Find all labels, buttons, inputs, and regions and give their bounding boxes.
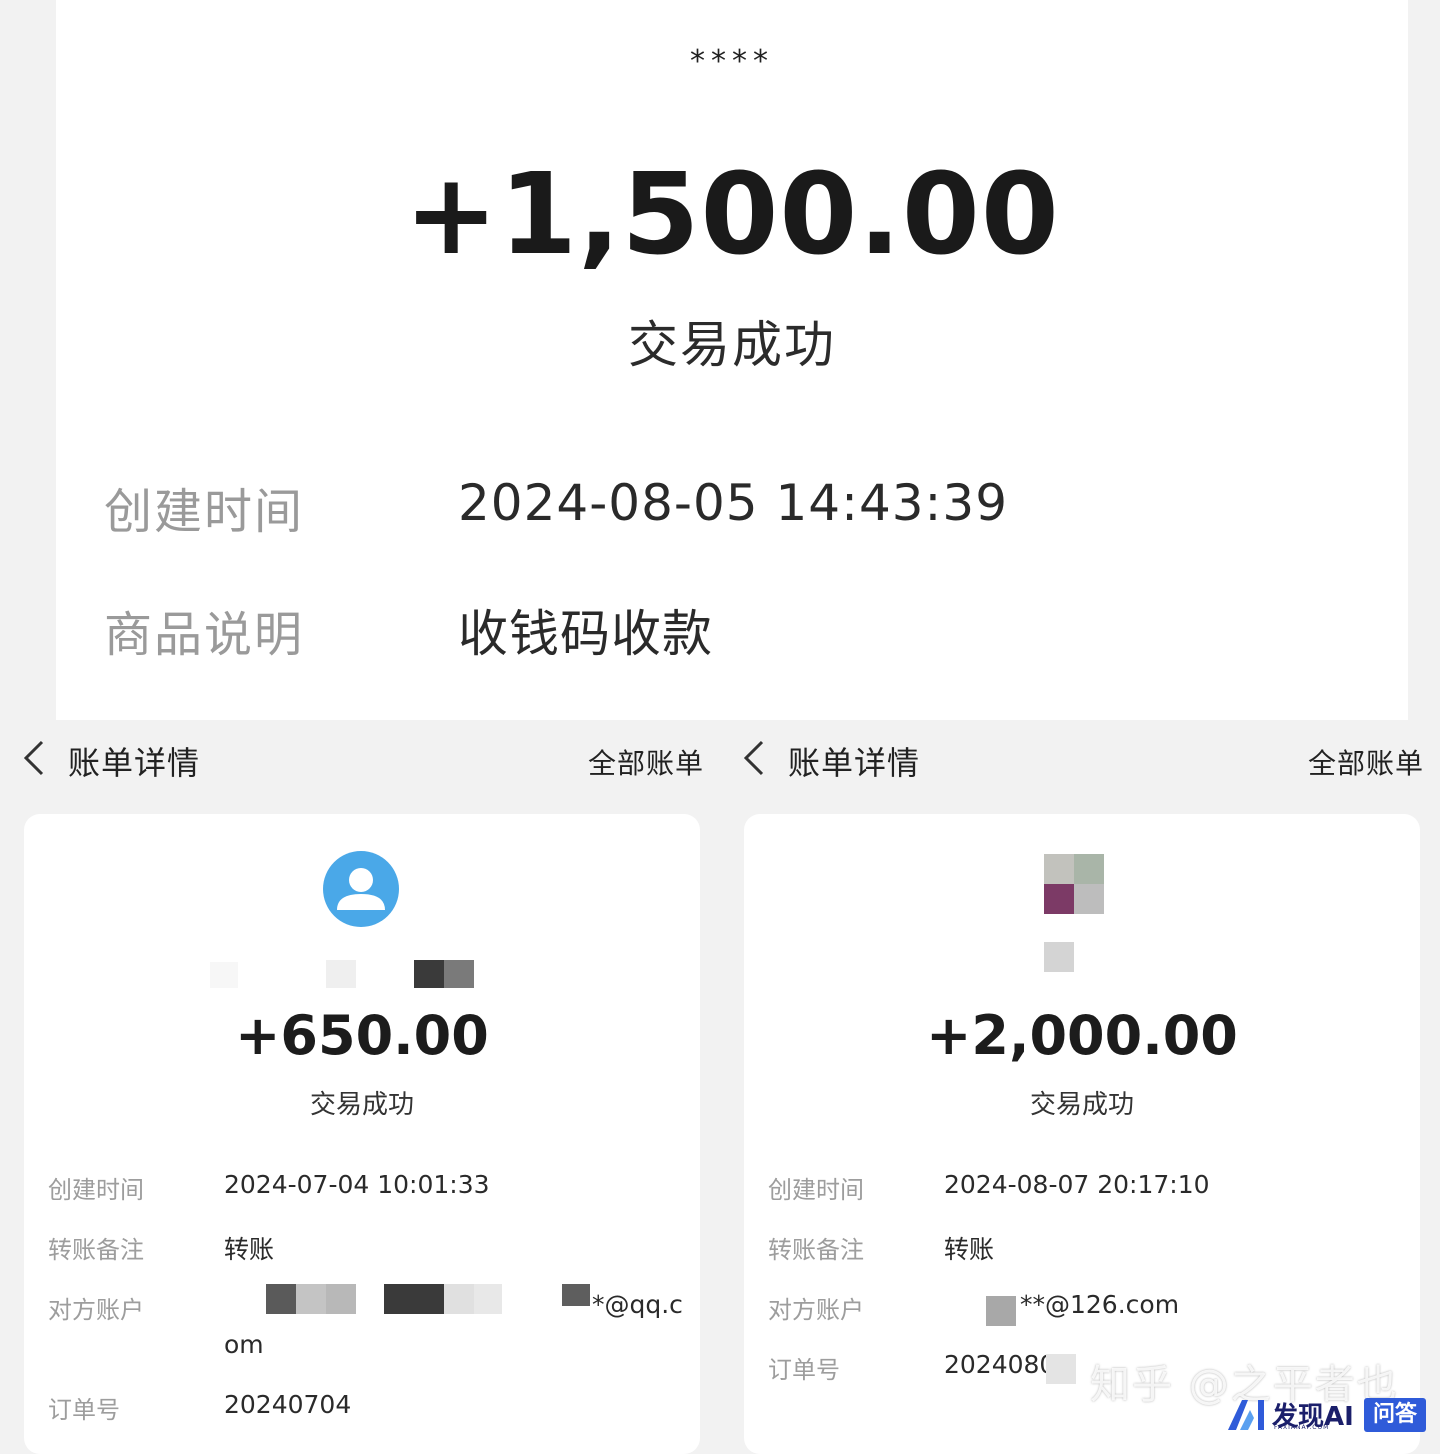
amount: +2,000.00 — [926, 1004, 1238, 1067]
order-number-label: 订单号 — [48, 1396, 120, 1424]
account-value-wrap: om — [224, 1330, 264, 1359]
status: 交易成功 — [309, 1090, 414, 1120]
memo-label: 转账备注 — [768, 1236, 864, 1264]
back-button[interactable] — [22, 738, 46, 788]
account-value-tail: *@qq.c — [592, 1290, 683, 1319]
memo-value: 转账 — [224, 1235, 275, 1264]
account-label: 对方账户 — [768, 1296, 864, 1324]
order-number-value: 2024080 — [944, 1350, 1056, 1379]
memo-value: 转账 — [944, 1235, 995, 1264]
bill-detail-card-left: +650.00 交易成功 创建时间 2024-07-04 10:01:33 转账… — [24, 814, 700, 1454]
ai-logo-icon — [1228, 1400, 1264, 1430]
brand-subtitle: FAXIANAI.COM — [1274, 1424, 1330, 1431]
all-bills-link[interactable]: 全部账单 — [1308, 742, 1424, 782]
top-status: 交易成功 — [628, 316, 836, 374]
qa-badge: 问答 — [1364, 1398, 1426, 1432]
status: 交易成功 — [1029, 1090, 1134, 1120]
avatar — [322, 850, 400, 932]
top-amount: +1,500.00 — [404, 150, 1060, 280]
page-title: 账单详情 — [788, 744, 921, 782]
order-number-value: 20240704 — [224, 1390, 352, 1419]
created-time-label: 创建时间 — [768, 1176, 864, 1204]
censored-order — [1046, 1354, 1076, 1384]
back-button[interactable] — [742, 738, 766, 788]
product-desc-label: 商品说明 — [104, 607, 305, 663]
account-label: 对方账户 — [48, 1296, 144, 1324]
all-bills-link[interactable]: 全部账单 — [588, 742, 704, 782]
chevron-left-icon — [743, 740, 764, 776]
memo-label: 转账备注 — [48, 1236, 144, 1264]
chevron-left-icon — [23, 740, 44, 776]
created-time-value: 2024-08-05 14:43:39 — [458, 474, 1009, 532]
order-number-label: 订单号 — [768, 1356, 840, 1384]
amount: +650.00 — [235, 1004, 489, 1067]
product-desc-value: 收钱码收款 — [458, 605, 713, 663]
account-value: **@126.com — [1020, 1290, 1180, 1319]
censored-account — [986, 1296, 1016, 1326]
masked-payer-name: **** — [690, 44, 774, 79]
top-bill-card: **** +1,500.00 交易成功 创建时间 2024-08-05 14:4… — [56, 0, 1408, 720]
created-time-label: 创建时间 — [104, 484, 305, 540]
page-title: 账单详情 — [68, 744, 201, 782]
user-avatar-icon — [323, 851, 399, 927]
created-time-value: 2024-08-07 20:17:10 — [944, 1170, 1210, 1199]
created-time-label: 创建时间 — [48, 1176, 144, 1204]
created-time-value: 2024-07-04 10:01:33 — [224, 1170, 490, 1199]
